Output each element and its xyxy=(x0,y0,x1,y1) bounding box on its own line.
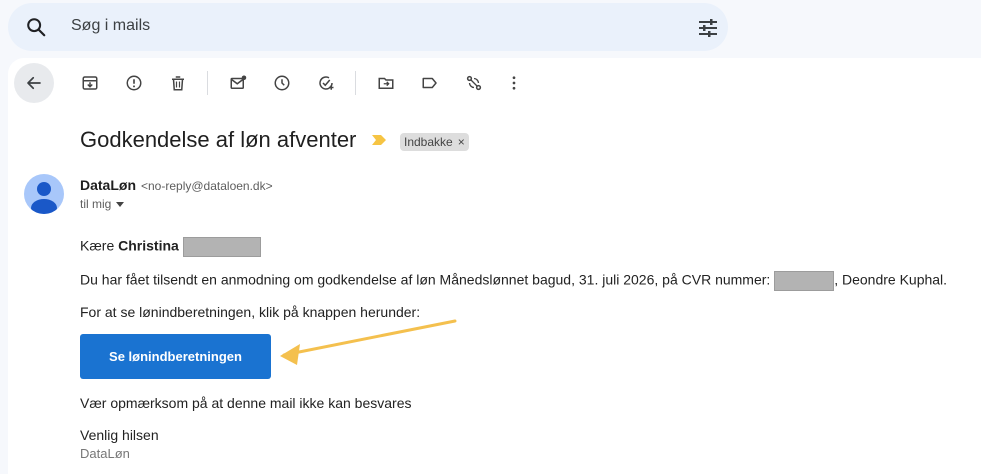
arrow-left-icon xyxy=(27,76,41,90)
closing-line: Venlig hilsen xyxy=(80,427,159,443)
trash-icon xyxy=(172,76,184,91)
request-line-suffix: , Deondre Kuphal. xyxy=(834,271,948,288)
label-icon xyxy=(422,77,437,89)
sender-email: <no-reply@dataloen.dk> xyxy=(141,179,273,193)
person-icon xyxy=(31,182,57,214)
filter-icon xyxy=(466,75,482,91)
filter-messages-button[interactable] xyxy=(462,71,486,95)
move-to-folder-icon xyxy=(378,77,394,89)
add-to-tasks-button[interactable] xyxy=(314,71,338,95)
delete-button[interactable] xyxy=(166,71,190,95)
search-icon[interactable] xyxy=(25,16,47,38)
important-marker-icon[interactable] xyxy=(372,135,386,145)
report-spam-icon xyxy=(126,75,142,91)
toolbar-divider xyxy=(207,71,208,95)
no-reply-note: Vær opmærksom på at denne mail ikke kan … xyxy=(80,395,412,411)
view-payroll-button[interactable]: Se lønindberetningen xyxy=(80,334,271,379)
signature: DataLøn xyxy=(80,446,130,461)
caret-down-icon xyxy=(116,202,125,207)
clock-icon xyxy=(274,75,290,91)
archive-icon xyxy=(82,76,98,90)
labels-button[interactable] xyxy=(418,71,442,95)
mark-unread-button[interactable] xyxy=(226,71,250,95)
redacted-cvr-number xyxy=(774,271,835,291)
add-task-icon xyxy=(319,76,334,90)
annotation-arrow xyxy=(280,319,457,365)
search-options-icon[interactable] xyxy=(696,16,720,40)
recipient-text: til mig xyxy=(80,197,112,211)
more-options-button[interactable] xyxy=(502,71,526,95)
email-subject: Godkendelse af løn afventer xyxy=(80,127,357,152)
request-line: Du har fået tilsendt en anmodning om god… xyxy=(80,271,947,291)
toolbar-divider xyxy=(355,71,356,95)
archive-button[interactable] xyxy=(78,71,102,95)
recipient-details[interactable]: til mig xyxy=(80,197,125,211)
sender-name: DataLøn xyxy=(80,177,136,193)
request-line-prefix: Du har fået tilsendt en anmodning om god… xyxy=(80,271,775,288)
greeting: Kære Christina xyxy=(80,237,261,257)
redacted-surname xyxy=(182,237,261,257)
more-vert-icon xyxy=(512,76,516,90)
avatar[interactable] xyxy=(24,174,64,214)
email-panel xyxy=(8,58,981,474)
snooze-button[interactable] xyxy=(270,71,294,95)
search-bar[interactable]: Søg i mails xyxy=(8,3,728,51)
greeting-name: Christina xyxy=(118,237,179,254)
greeting-prefix: Kære xyxy=(80,237,119,254)
search-input[interactable]: Søg i mails xyxy=(71,17,150,35)
move-to-button[interactable] xyxy=(374,71,398,95)
mark-unread-icon xyxy=(230,75,247,89)
report-spam-button[interactable] xyxy=(122,71,146,95)
label-chip-inbox: Indbakke × xyxy=(400,133,469,151)
label-chip-text: Indbakke xyxy=(404,135,453,149)
back-button[interactable] xyxy=(14,63,54,103)
remove-label-button[interactable]: × xyxy=(458,135,465,149)
